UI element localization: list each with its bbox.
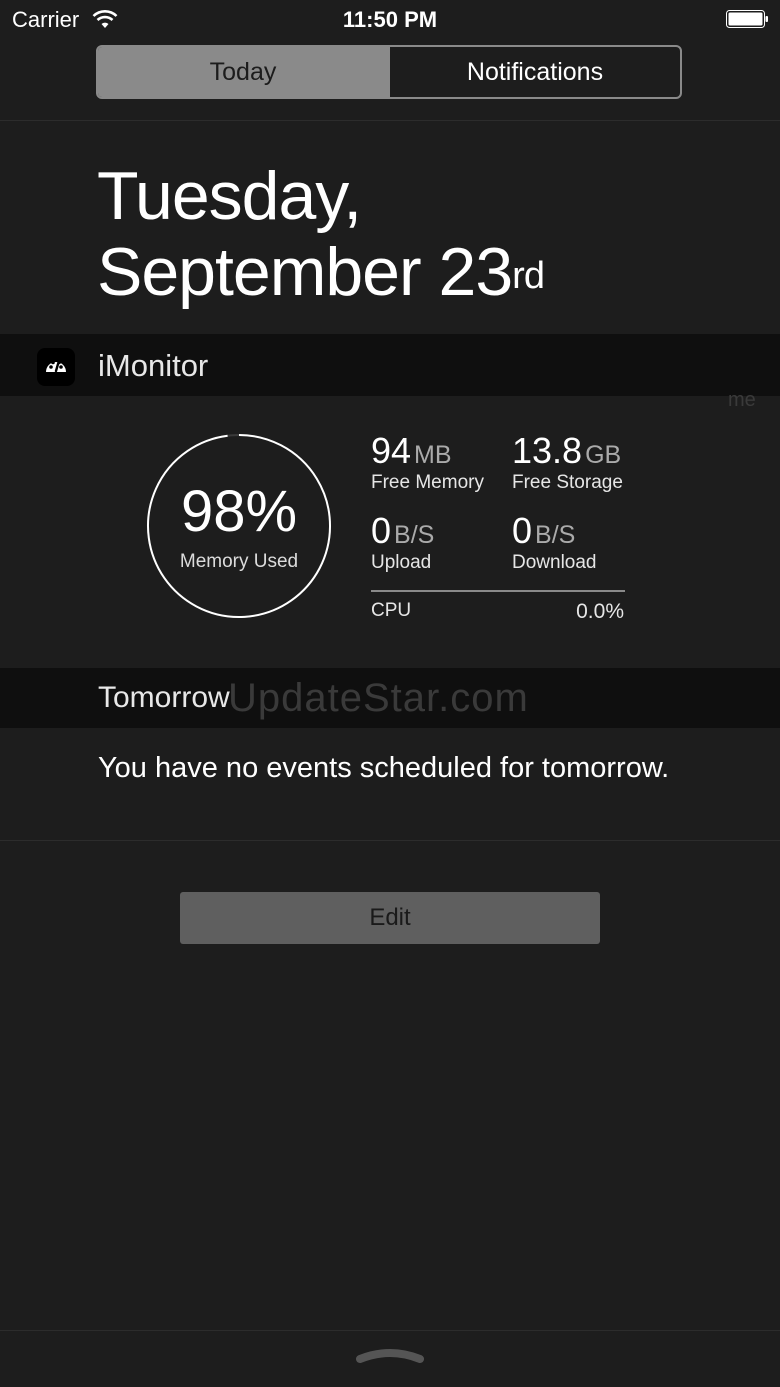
free-memory-label: Free Memory (371, 472, 484, 493)
date-header: Tuesday, September 23rd (97, 158, 545, 310)
free-memory-stat: 94 MB Free Memory (371, 430, 484, 494)
upload-value: 0 (371, 510, 392, 551)
month-day-line: September 23rd (97, 234, 545, 310)
bottom-divider (0, 1330, 780, 1331)
tab-notifications[interactable]: Notifications (388, 47, 680, 97)
ordinal-suffix: rd (512, 255, 545, 297)
ghost-text: me (728, 389, 756, 411)
free-storage-value: 13.8 (512, 430, 583, 471)
weekday-label: Tuesday, (97, 158, 362, 234)
download-value: 0 (512, 510, 533, 551)
tab-today[interactable]: Today (98, 47, 388, 97)
status-bar: Carrier 11:50 PM (0, 0, 780, 40)
imonitor-title: iMonitor (98, 348, 209, 383)
cpu-value: 0.0% (576, 600, 624, 623)
battery-full-icon (726, 10, 768, 28)
cpu-divider (371, 590, 625, 592)
upload-stat: 0 B/S Upload (371, 510, 434, 574)
upload-unit: B/S (394, 521, 435, 549)
imonitor-widget-header[interactable]: iMonitor (0, 334, 780, 396)
free-storage-unit: GB (585, 441, 622, 469)
memory-used-value: 98% (180, 479, 298, 544)
tomorrow-message: You have no events scheduled for tomorro… (98, 752, 670, 784)
tomorrow-title: Tomorrow (98, 681, 230, 714)
mid-divider (0, 840, 780, 841)
speedometer-icon (37, 348, 75, 386)
download-stat: 0 B/S Download (512, 510, 597, 574)
status-time: 11:50 PM (342, 7, 438, 32)
watermark: UpdateStar.com (228, 676, 529, 720)
upload-label: Upload (371, 552, 432, 573)
cpu-label: CPU (371, 600, 412, 621)
grabber-handle-icon[interactable] (356, 1345, 424, 1367)
free-memory-value: 94 (371, 430, 412, 471)
free-storage-label: Free Storage (512, 472, 623, 493)
top-divider (0, 120, 780, 121)
memory-used-label: Memory Used (179, 551, 299, 572)
free-storage-stat: 13.8 GB Free Storage (512, 430, 623, 494)
download-label: Download (512, 552, 597, 573)
download-unit: B/S (535, 521, 576, 549)
free-memory-unit: MB (414, 441, 452, 469)
today-notifications-segmented-control: Today Notifications (96, 45, 682, 99)
month-day-label: September 23 (97, 234, 513, 310)
edit-button[interactable]: Edit (180, 892, 600, 944)
